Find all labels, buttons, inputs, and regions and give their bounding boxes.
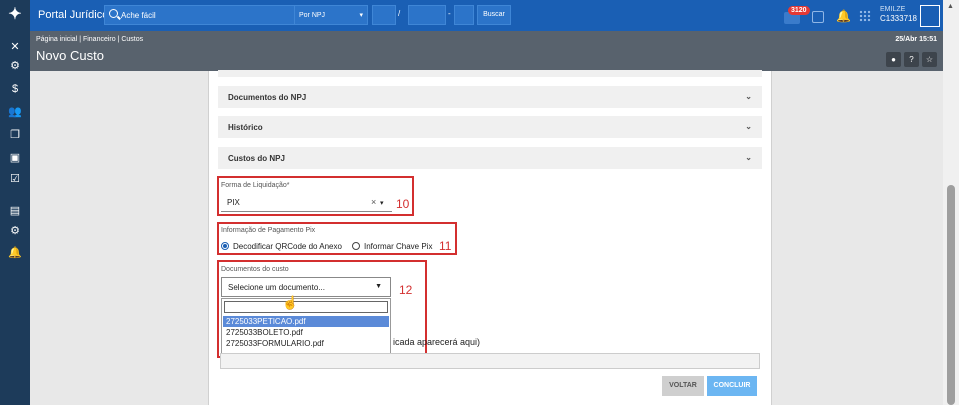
chevron-down-icon: ⌄ — [745, 92, 752, 101]
app-title[interactable]: Portal Jurídico — [38, 9, 108, 21]
search-icon — [109, 9, 118, 18]
calendar-icon[interactable]: ▤ — [0, 204, 30, 218]
accordion-label: Custos do NPJ — [228, 154, 285, 163]
favorite-button[interactable]: ☆ — [922, 52, 937, 67]
npj-separator: - — [448, 9, 451, 18]
annotation-10: 10 — [396, 197, 410, 211]
chevron-down-icon[interactable]: ▾ — [380, 199, 384, 207]
accordion-label: Documentos do NPJ — [228, 93, 307, 102]
hidden-field-label: icada aparecerá aqui) — [393, 337, 481, 347]
chevron-down-icon: ⌄ — [745, 122, 752, 131]
check-icon[interactable]: ☑ — [0, 172, 30, 186]
page-title: Novo Custo — [36, 48, 104, 63]
bell-icon[interactable]: 🔔 — [0, 246, 30, 260]
pix-label: Informação de Pagamento Pix — [221, 227, 316, 234]
voltar-button[interactable]: VOLTAR — [662, 376, 704, 396]
top-bar: Portal Jurídico Ache fácil Por NPJ ▾ / -… — [30, 0, 943, 31]
search-input[interactable]: Ache fácil — [104, 5, 312, 25]
concluir-button[interactable]: CONCLUIR — [707, 376, 757, 396]
hand-cursor-icon: ☝ — [282, 295, 299, 310]
left-sidebar: ✦ ✕ ⚙ $ 👥 ❐ ▣ ☑ ▤ ⚙ 🔔 — [0, 0, 30, 405]
page: ✦ ✕ ⚙ $ 👥 ❐ ▣ ☑ ▤ ⚙ 🔔 Portal Jurídico Ac… — [0, 0, 959, 405]
annotation-11: 11 — [439, 239, 452, 253]
npj-field-3[interactable] — [454, 5, 474, 25]
list-item[interactable]: 2725033PETICAO.pdf — [223, 316, 389, 327]
datetime: 25/Abr 15:51 — [895, 36, 937, 43]
chart-icon[interactable]: ▣ — [0, 151, 30, 165]
npj-select[interactable]: Por NPJ ▾ — [294, 5, 368, 25]
user-name: EMILZE — [880, 6, 906, 13]
radio-chave-pix[interactable] — [352, 242, 360, 250]
list-item[interactable]: 2725033FORMULARIO.pdf — [223, 338, 389, 349]
list-item[interactable]: 2725033BOLETO.pdf — [223, 327, 389, 338]
bell-icon[interactable]: 🔔 — [836, 9, 851, 23]
users-icon[interactable]: 👥 — [0, 105, 30, 119]
npj-select-label: Por NPJ — [299, 12, 326, 19]
forma-value: PIX — [227, 198, 240, 207]
chevron-down-icon: ▾ — [359, 12, 363, 19]
forma-label: Forma de Liquidação* — [221, 182, 290, 189]
chevron-down-icon: ▼ — [375, 283, 382, 290]
docs-label: Documentos do custo — [221, 266, 289, 273]
accordion-historico[interactable]: Histórico ⌄ — [218, 116, 762, 138]
radio-qrcode[interactable] — [221, 242, 229, 250]
calendar-icon[interactable] — [812, 11, 824, 23]
docs-placeholder: Selecione um documento... — [228, 283, 325, 292]
user-code: C1333718 — [880, 14, 917, 23]
chevron-down-icon: ⌄ — [745, 153, 752, 162]
npj-field-2[interactable] — [408, 5, 446, 25]
page-header: Página inicial | Financeiro | Custos Nov… — [30, 31, 943, 71]
npj-field-1[interactable] — [372, 5, 396, 25]
breadcrumb[interactable]: Página inicial | Financeiro | Custos — [36, 36, 143, 43]
accordion-partial — [218, 70, 762, 77]
info-icon[interactable]: ● — [886, 52, 901, 67]
search-placeholder: Ache fácil — [121, 11, 156, 20]
annotation-12: 12 — [399, 283, 413, 297]
help-button[interactable]: ? — [904, 52, 919, 67]
buscar-button[interactable]: Buscar — [477, 5, 511, 25]
docs-search-input[interactable] — [224, 301, 388, 313]
copy-icon[interactable]: ❐ — [0, 128, 30, 142]
code-input[interactable] — [220, 353, 760, 369]
clear-icon[interactable]: × — [371, 197, 376, 207]
scroll-up-icon[interactable]: ▲ — [947, 3, 954, 10]
accordion-label: Histórico — [228, 123, 263, 132]
npj-separator: / — [398, 9, 401, 18]
radio-qrcode-label[interactable]: Decodificar QRCode do Anexo — [233, 242, 342, 251]
apps-grid-icon[interactable] — [859, 10, 871, 22]
accordion-custos-npj[interactable]: Custos do NPJ ⌄ — [218, 147, 762, 169]
scrollbar-thumb[interactable] — [947, 185, 955, 405]
docs-dropdown-list: 2725033PETICAO.pdf 2725033BOLETO.pdf 272… — [221, 298, 391, 354]
forma-select[interactable]: PIX — [221, 193, 392, 212]
bb-logo-icon[interactable]: ✦ — [6, 6, 24, 24]
avatar[interactable] — [920, 5, 940, 27]
radio-chave-pix-label[interactable]: Informar Chave Pix — [364, 242, 432, 251]
user-info[interactable]: EMILZE C1333718 — [880, 5, 917, 23]
docs-select[interactable]: Selecione um documento... ▼ — [221, 277, 391, 297]
tools-icon[interactable]: ✕ — [0, 40, 30, 54]
notification-badge: 3120 — [788, 6, 810, 15]
dollar-icon[interactable]: $ — [0, 82, 30, 96]
accordion-documentos-npj[interactable]: Documentos do NPJ ⌄ — [218, 86, 762, 108]
gear-icon[interactable]: ⚙ — [0, 59, 30, 73]
settings-icon[interactable]: ⚙ — [0, 224, 30, 238]
